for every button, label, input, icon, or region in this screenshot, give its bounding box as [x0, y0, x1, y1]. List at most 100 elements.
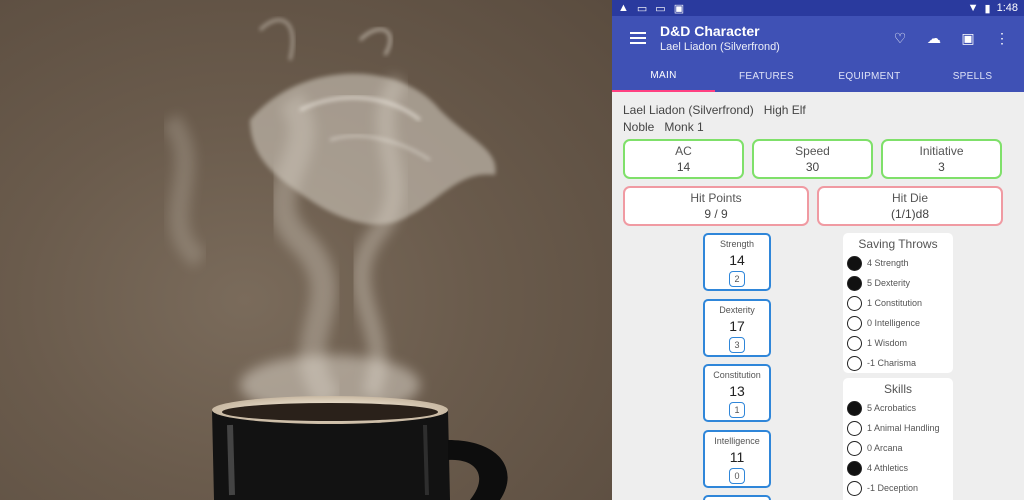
tab-features[interactable]: FEATURES: [715, 60, 818, 92]
proficiency-radio-icon[interactable]: [847, 460, 862, 476]
image-icon: ▣: [673, 2, 685, 15]
skill-label: 4 Athletics: [867, 463, 909, 473]
ability-name: Constitution: [713, 370, 761, 380]
ability-dexterity[interactable]: Dexterity 17 3: [703, 299, 771, 357]
ability-score: 17: [729, 318, 745, 334]
ability-next-partial[interactable]: [703, 495, 771, 500]
ability-modifier: 0: [729, 468, 745, 484]
tab-bar: MAIN FEATURES EQUIPMENT SPELLS: [612, 60, 1024, 92]
character-summary: Lael Liadon (Silverfrond) High Elf: [623, 102, 1014, 119]
proficiency-radio-icon[interactable]: [847, 295, 862, 311]
ability-modifier: 1: [729, 402, 745, 418]
saving-throw-label: 1 Wisdom: [867, 338, 908, 348]
saving-throws-panel: Saving Throws 4 Strength 5 Dexterity 1 Con…: [843, 233, 953, 373]
dice-icon[interactable]: ▣: [958, 28, 978, 48]
character-name: Lael Liadon (Silverfrond): [623, 103, 754, 117]
saving-throw-label: 5 Dexterity: [867, 278, 911, 288]
ac-label: AC: [675, 144, 692, 158]
ability-modifier: 2: [729, 271, 745, 287]
app-title: D&D Character: [660, 23, 760, 39]
proficiency-radio-icon[interactable]: [847, 440, 862, 456]
saving-throw-label: 4 Strength: [867, 258, 909, 268]
speed-value: 30: [805, 160, 820, 174]
hit-die-box[interactable]: Hit Die (1/1)d8: [817, 186, 1003, 226]
hit-die-value: (1/1)d8: [890, 207, 930, 221]
saving-throw-item[interactable]: -1 Charisma: [843, 353, 953, 373]
rest-icon[interactable]: ☁: [924, 28, 944, 48]
tab-equipment[interactable]: EQUIPMENT: [818, 60, 921, 92]
saving-throw-label: -1 Charisma: [867, 358, 917, 368]
tab-main[interactable]: MAIN: [612, 60, 715, 92]
proficiency-radio-icon[interactable]: [847, 480, 862, 496]
skill-item[interactable]: 0 Arcana: [843, 438, 953, 458]
skill-item[interactable]: 4 Athletics: [843, 458, 953, 478]
ability-score: 14: [729, 252, 745, 268]
character-summary-2: Noble Monk 1: [623, 119, 1014, 136]
initiative-box[interactable]: Initiative 3: [881, 139, 1002, 179]
saving-throw-item[interactable]: 0 Intelligence: [843, 313, 953, 333]
notification-icon: ▭: [636, 2, 648, 15]
clock: 1:48: [996, 2, 1018, 14]
ac-value: 14: [676, 160, 691, 174]
hit-points-label: Hit Points: [690, 191, 742, 205]
saving-throw-item[interactable]: 5 Dexterity: [843, 273, 953, 293]
ability-score: 11: [729, 449, 745, 465]
proficiency-radio-icon[interactable]: [847, 400, 862, 416]
saving-throw-label: 1 Constitution: [867, 298, 923, 308]
saving-throw-item[interactable]: 4 Strength: [843, 253, 953, 273]
more-vert-icon[interactable]: ⋮: [992, 28, 1012, 48]
saving-throws-title: Saving Throws: [858, 237, 938, 251]
dnd-character-app: ▲ ▭ ▭ ▣ ▼ ▮ 1:48 D&D Character Lael Liad…: [612, 0, 1024, 500]
ability-score: 13: [729, 383, 745, 399]
saving-throw-label: 0 Intelligence: [867, 318, 921, 328]
hit-die-label: Hit Die: [891, 191, 928, 205]
app-bar: D&D Character Lael Liadon (Silverfrond) …: [612, 16, 1024, 60]
ability-intelligence[interactable]: Intelligence 11 0: [703, 430, 771, 488]
proficiency-radio-icon[interactable]: [847, 420, 862, 436]
speed-label: Speed: [795, 144, 830, 158]
skill-label: 5 Acrobatics: [867, 403, 917, 413]
ability-constitution[interactable]: Constitution 13 1: [703, 364, 771, 422]
initiative-value: 3: [938, 160, 945, 174]
warning-icon: ▲: [618, 2, 629, 14]
skill-label: 1 Animal Handling: [867, 423, 940, 433]
initiative-label: Initiative: [919, 144, 964, 158]
speed-box[interactable]: Speed 30: [752, 139, 873, 179]
menu-icon[interactable]: [630, 32, 646, 44]
skill-label: 0 Arcana: [867, 443, 903, 453]
character-race: High Elf: [763, 103, 806, 117]
ability-name: Dexterity: [719, 305, 755, 315]
skills-title: Skills: [883, 382, 912, 396]
ability-modifier: 3: [729, 337, 745, 353]
skill-item[interactable]: 5 Acrobatics: [843, 398, 953, 418]
hit-points-box[interactable]: Hit Points 9 / 9: [623, 186, 809, 226]
ability-strength[interactable]: Strength 14 2: [703, 233, 771, 291]
proficiency-radio-icon[interactable]: [847, 355, 862, 371]
saving-throw-item[interactable]: 1 Constitution: [843, 293, 953, 313]
tab-spells[interactable]: SPELLS: [921, 60, 1024, 92]
wifi-icon: ▼: [967, 2, 979, 14]
proficiency-radio-icon[interactable]: [847, 275, 862, 291]
heart-icon[interactable]: ♡: [890, 28, 910, 48]
ability-name: Intelligence: [714, 436, 760, 446]
ac-box[interactable]: AC 14: [623, 139, 744, 179]
saving-throw-item[interactable]: 1 Wisdom: [843, 333, 953, 353]
background-photo: [0, 0, 612, 500]
character-class: Monk 1: [664, 120, 704, 134]
main-content: Lael Liadon (Silverfrond) High Elf Noble M…: [612, 92, 1024, 500]
proficiency-radio-icon[interactable]: [847, 335, 862, 351]
proficiency-radio-icon[interactable]: [847, 315, 862, 331]
character-background: Noble: [623, 120, 655, 134]
skill-item[interactable]: 1 Animal Handling: [843, 418, 953, 438]
hit-points-value: 9 / 9: [704, 207, 728, 221]
smoke-dragon-illustration: [161, 18, 508, 500]
skill-label: -1 Deception: [867, 483, 919, 493]
ability-name: Strength: [719, 239, 755, 249]
screen: ▲ ▭ ▭ ▣ ▼ ▮ 1:48 D&D Character Lael Liad…: [0, 0, 1024, 500]
battery-icon: ▮: [984, 2, 991, 15]
status-bar: ▲ ▭ ▭ ▣ ▼ ▮ 1:48: [612, 0, 1024, 16]
proficiency-radio-icon[interactable]: [847, 255, 862, 271]
app-subtitle: Lael Liadon (Silverfrond): [660, 41, 780, 53]
skill-item[interactable]: -1 Deception: [843, 478, 953, 498]
notification-icon-2: ▭: [655, 2, 666, 15]
